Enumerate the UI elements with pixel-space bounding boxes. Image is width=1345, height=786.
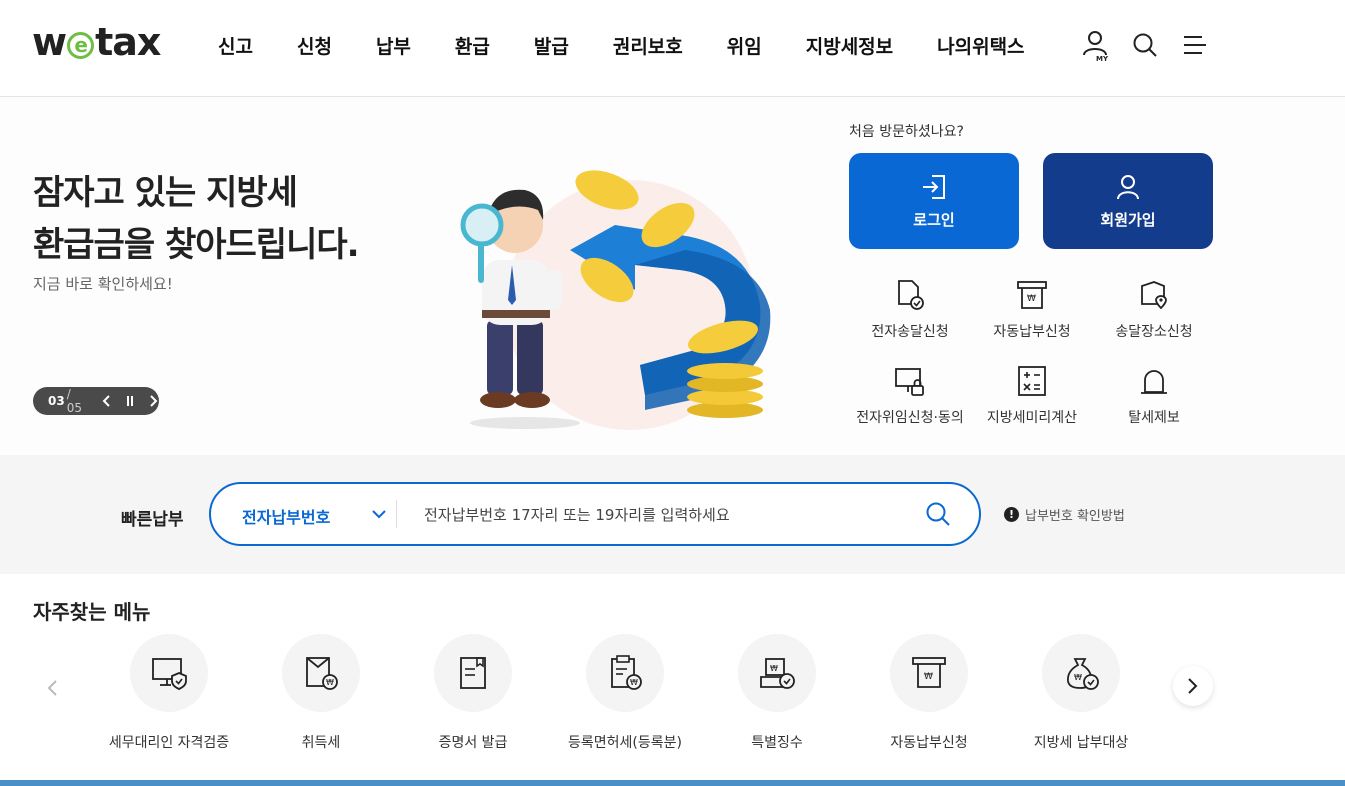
certificate-icon [434, 634, 512, 712]
auto-pay-icon: ₩ [890, 634, 968, 712]
quick-delivery-place[interactable]: 송달장소신청 [1093, 275, 1215, 341]
main-nav: 신고 신청 납부 환급 발급 권리보호 위임 지방세정보 나의위택스 [218, 32, 1069, 59]
svg-text:₩: ₩ [630, 678, 638, 687]
quick-tax-calculator[interactable]: 지방세미리계산 [971, 361, 1093, 427]
fav-special-collection[interactable]: ₩ 특별징수 [701, 634, 853, 752]
nav-apply[interactable]: 신청 [297, 32, 332, 59]
help-label: 납부번호 확인방법 [1025, 509, 1125, 524]
nav-report[interactable]: 신고 [218, 32, 253, 59]
fav-registration-tax[interactable]: ₩ 등록면허세(등록분) [549, 634, 701, 752]
quick-auto-pay[interactable]: ₩ 자동납부신청 [971, 275, 1093, 341]
nav-delegation[interactable]: 위임 [727, 32, 762, 59]
quick-e-delegation[interactable]: 전자위임신청·동의 [849, 361, 971, 427]
quick-service-grid: 전자송달신청 ₩ 자동납부신청 송달장소신청 전자위임신청·동의 지방세미리계산 [849, 275, 1213, 427]
hero-section: 잠자고 있는 지방세 환급금을 찾아드립니다. 지금 바로 확인하세요! 03 … [0, 97, 1345, 455]
pay-number-help-link[interactable]: ! 납부번호 확인방법 [1004, 505, 1125, 524]
calculator-icon [1012, 361, 1052, 401]
exclamation-icon: ! [1004, 507, 1019, 522]
menu-icon[interactable] [1179, 28, 1211, 62]
registration-tax-icon: ₩ [586, 634, 664, 712]
svg-text:₩: ₩ [1027, 294, 1036, 304]
svg-text:₩: ₩ [1074, 673, 1082, 682]
auto-pay-icon: ₩ [1012, 275, 1052, 315]
pause-icon[interactable] [123, 394, 136, 408]
quick-e-delivery[interactable]: 전자송달신청 [849, 275, 971, 341]
document-check-icon [890, 275, 930, 315]
login-button[interactable]: 로그인 [849, 153, 1019, 249]
chevron-down-icon[interactable] [371, 506, 387, 522]
pay-number-input[interactable] [424, 502, 904, 528]
my-user-icon[interactable]: MY [1079, 28, 1111, 62]
fast-pay-section: 빠른납부 전자납부번호 ! 납부번호 확인방법 [0, 455, 1345, 574]
favorite-menu-title: 자주찾는 메뉴 [33, 600, 151, 624]
prev-slide-icon[interactable] [100, 394, 113, 408]
fav-auto-pay[interactable]: ₩ 자동납부신청 [853, 634, 1005, 752]
svg-text:₩: ₩ [924, 672, 933, 682]
nav-my-wetax[interactable]: 나의위택스 [937, 32, 1024, 59]
fav-acquisition-tax[interactable]: ₩ 취득세 [245, 634, 397, 752]
location-doc-icon [1134, 275, 1174, 315]
special-collection-icon: ₩ [738, 634, 816, 712]
chevron-right-icon[interactable] [1173, 666, 1213, 706]
slide-pager: 03 / 05 [33, 387, 159, 415]
login-label: 로그인 [913, 210, 955, 229]
svg-text:₩: ₩ [770, 664, 778, 673]
favorite-menu-section: 자주찾는 메뉴 세무대리인 자격검증 ₩ 취득세 증명서 발급 ₩ 등록면허세(… [0, 574, 1345, 780]
svg-text:₩: ₩ [326, 678, 334, 687]
monitor-lock-icon [890, 361, 930, 401]
svg-text:MY: MY [1096, 55, 1109, 62]
site-header: w e tax 신고 신청 납부 환급 발급 권리보호 위임 지방세정보 나의위택스… [0, 0, 1345, 97]
nav-payment[interactable]: 납부 [376, 32, 411, 59]
pager-total: / 05 [66, 387, 82, 415]
login-icon [923, 174, 945, 199]
pay-number-type-select[interactable]: 전자납부번호 [242, 504, 330, 528]
pager-current: 03 [48, 394, 65, 408]
monitor-shield-icon [130, 634, 208, 712]
nav-issue[interactable]: 발급 [534, 32, 569, 59]
first-visit-text: 처음 방문하셨나요? [849, 124, 964, 140]
favorite-menu-list: 세무대리인 자격검증 ₩ 취득세 증명서 발급 ₩ 등록면허세(등록분) ₩ 특… [93, 634, 1157, 752]
fav-local-tax-payable[interactable]: ₩ 지방세 납부대상 [1005, 634, 1157, 752]
siren-icon [1134, 361, 1174, 401]
hero-title: 잠자고 있는 지방세 환급금을 찾아드립니다. [33, 173, 360, 265]
nav-rights[interactable]: 권리보호 [613, 32, 683, 59]
fast-pay-search-box: 전자납부번호 [209, 482, 981, 546]
search-icon[interactable] [1129, 28, 1161, 62]
quick-tax-evasion-report[interactable]: 탈세제보 [1093, 361, 1215, 427]
chevron-left-icon[interactable] [38, 674, 66, 702]
join-label: 회원가입 [1100, 210, 1156, 229]
money-bag-icon: ₩ [1042, 634, 1120, 712]
fav-agent-verification[interactable]: 세무대리인 자격검증 [93, 634, 245, 752]
search-icon[interactable] [923, 499, 953, 529]
hero-subtitle: 지금 바로 확인하세요! [33, 275, 173, 293]
divider [396, 500, 397, 528]
refund-illustration [440, 165, 800, 435]
next-slide-icon[interactable] [146, 394, 159, 408]
join-button[interactable]: 회원가입 [1043, 153, 1213, 249]
nav-refund[interactable]: 환급 [455, 32, 490, 59]
acquisition-tax-icon: ₩ [282, 634, 360, 712]
fast-pay-label: 빠른납부 [121, 510, 184, 530]
bottom-accent-bar [0, 780, 1345, 786]
wetax-logo[interactable]: w e tax [32, 20, 161, 64]
fav-certificate-issue[interactable]: 증명서 발급 [397, 634, 549, 752]
nav-local-tax-info[interactable]: 지방세정보 [806, 32, 893, 59]
user-icon [1117, 174, 1139, 199]
